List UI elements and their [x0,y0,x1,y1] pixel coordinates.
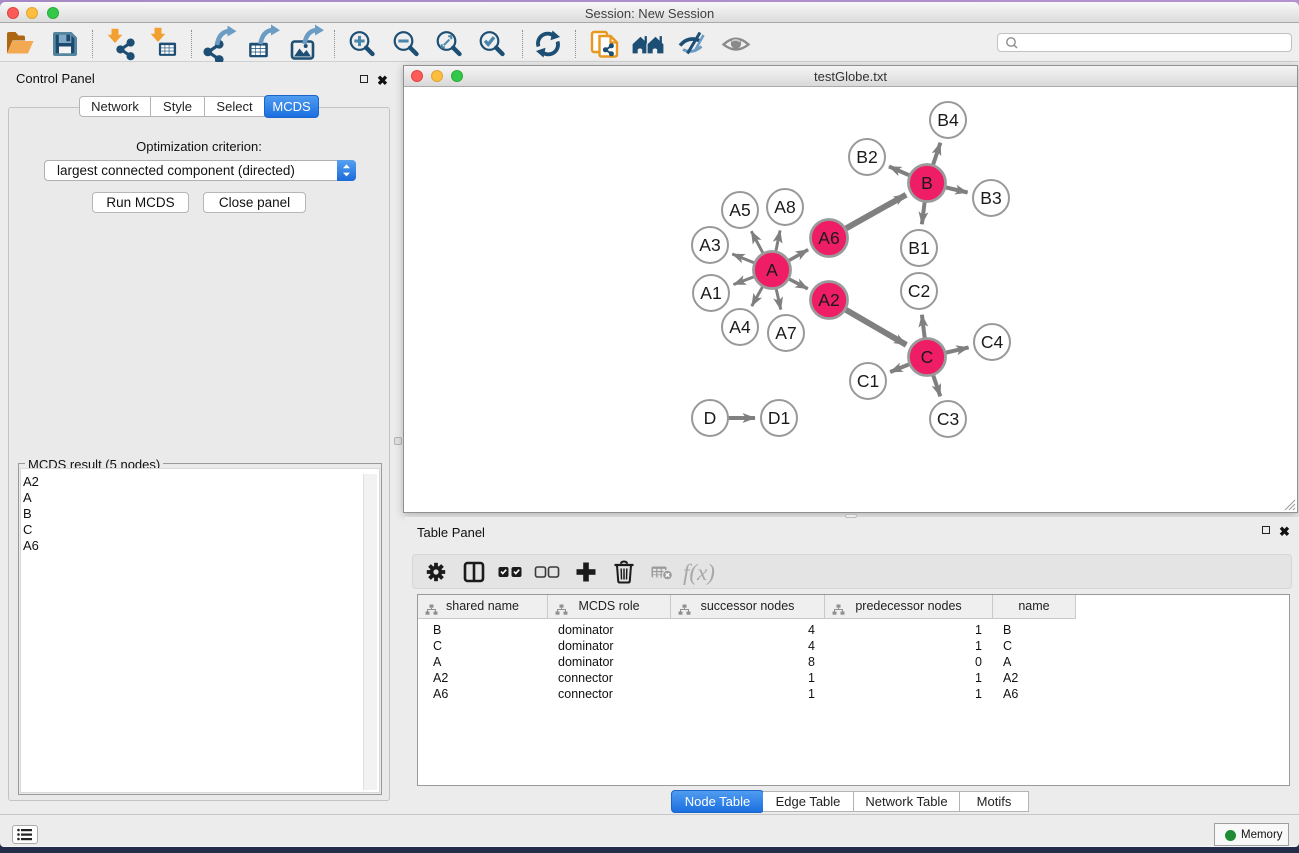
svg-text:A4: A4 [729,317,751,337]
svg-text:C3: C3 [937,409,959,429]
svg-text:B4: B4 [937,110,959,130]
svg-text:A8: A8 [774,197,795,217]
svg-text:A2: A2 [818,290,839,310]
svg-text:A3: A3 [699,235,720,255]
svg-text:A1: A1 [700,283,721,303]
svg-text:B: B [921,173,933,193]
svg-text:B2: B2 [856,147,877,167]
svg-text:D: D [704,408,717,428]
svg-text:f(x): f(x) [683,560,715,585]
svg-text:C: C [921,347,934,367]
svg-text:A6: A6 [818,228,839,248]
svg-text:B3: B3 [980,188,1001,208]
svg-text:D1: D1 [768,408,790,428]
svg-text:C1: C1 [857,371,879,391]
svg-text:A5: A5 [729,200,750,220]
svg-text:A7: A7 [775,323,796,343]
svg-text:B1: B1 [908,238,929,258]
svg-text:C2: C2 [908,281,930,301]
svg-text:C4: C4 [981,332,1004,352]
svg-text:A: A [766,260,778,280]
